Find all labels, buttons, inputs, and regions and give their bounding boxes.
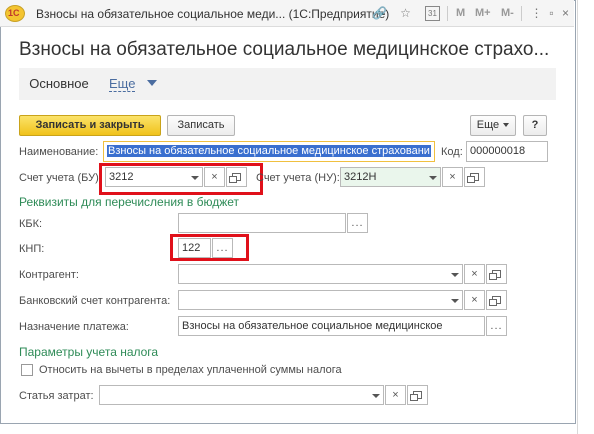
title-bar: 1С Взносы на обязательное социальное мед… bbox=[0, 0, 574, 27]
open-contractor-button[interactable] bbox=[486, 264, 507, 284]
dropdown-arrow-icon[interactable] bbox=[426, 168, 440, 186]
kbk-input[interactable] bbox=[178, 213, 346, 233]
tab-main[interactable]: Основное bbox=[19, 68, 99, 100]
name-value: Взносы на обязательное социальное медици… bbox=[107, 145, 431, 157]
dropdown-arrow-icon[interactable] bbox=[369, 386, 383, 404]
memory-minus-button[interactable]: M- bbox=[501, 7, 514, 19]
clear-contractor-button[interactable]: × bbox=[464, 264, 485, 284]
cost-item-label: Статья затрат: bbox=[19, 390, 94, 402]
code-value: 000000018 bbox=[470, 145, 526, 157]
save-button[interactable]: Записать bbox=[167, 115, 235, 136]
open-icon bbox=[410, 391, 422, 401]
memory-plus-button[interactable]: M+ bbox=[475, 7, 491, 19]
form-tabs: Основное Еще bbox=[19, 68, 556, 100]
dropdown-arrow-icon[interactable] bbox=[448, 291, 462, 309]
open-account-nu-button[interactable] bbox=[464, 167, 485, 187]
open-cost-item-button[interactable] bbox=[407, 385, 428, 405]
chevron-down-icon bbox=[147, 80, 158, 86]
contractor-label: Контрагент: bbox=[19, 269, 79, 281]
name-label: Наименование: bbox=[19, 146, 99, 158]
open-icon bbox=[489, 270, 501, 280]
edit-payment-purpose-button[interactable]: ... bbox=[486, 316, 507, 336]
clear-bank-account-button[interactable]: × bbox=[464, 290, 485, 310]
toolbar-divider bbox=[521, 6, 522, 21]
cost-item-input[interactable] bbox=[99, 385, 384, 405]
open-icon bbox=[467, 173, 479, 183]
clear-cost-item-button[interactable]: × bbox=[385, 385, 406, 405]
save-and-close-button[interactable]: Записать и закрыть bbox=[19, 115, 161, 136]
code-input[interactable]: 000000018 bbox=[466, 141, 548, 162]
memory-button[interactable]: M bbox=[456, 7, 465, 19]
tab-more[interactable]: Еще bbox=[109, 76, 158, 92]
open-icon bbox=[489, 296, 501, 306]
highlight-account-bu bbox=[99, 163, 263, 195]
deduct-label: Относить на вычеты в пределах уплаченной… bbox=[39, 364, 342, 376]
tab-more-label: Еще bbox=[109, 76, 136, 92]
payment-purpose-value: Взносы на обязательное социальное медици… bbox=[182, 320, 443, 332]
close-icon[interactable]: × bbox=[558, 6, 573, 21]
menu-icon[interactable]: ⋮ bbox=[529, 6, 544, 21]
chevron-down-icon bbox=[503, 123, 510, 127]
open-bank-account-button[interactable] bbox=[486, 290, 507, 310]
account-bu-label: Счет учета (БУ): bbox=[19, 172, 102, 184]
highlight-knp bbox=[170, 234, 249, 261]
clear-account-nu-button[interactable]: × bbox=[442, 167, 463, 187]
more-button-label: Еще bbox=[476, 119, 500, 131]
payment-purpose-label: Назначение платежа: bbox=[19, 321, 129, 333]
kbk-label: КБК: bbox=[19, 218, 43, 230]
page-title: Взносы на обязательное социальное медици… bbox=[19, 39, 550, 60]
budget-section-title: Реквизиты для перечисления в бюджет bbox=[19, 195, 240, 209]
1c-logo-icon: 1С bbox=[5, 5, 25, 22]
name-input[interactable]: Взносы на обязательное социальное медици… bbox=[103, 141, 435, 162]
help-button[interactable]: ? bbox=[523, 115, 547, 136]
select-kbk-button[interactable]: ... bbox=[347, 213, 368, 233]
restore-icon[interactable]: ▫ bbox=[544, 6, 559, 21]
account-nu-value: 3212Н bbox=[344, 171, 377, 183]
code-label: Код: bbox=[441, 146, 463, 158]
toolbar-divider bbox=[447, 6, 448, 21]
account-nu-label: Счет учета (НУ): bbox=[256, 172, 340, 184]
payment-purpose-input[interactable]: Взносы на обязательное социальное медици… bbox=[178, 316, 485, 336]
background-strip bbox=[577, 0, 594, 434]
calendar-icon[interactable]: 31 bbox=[425, 6, 440, 21]
knp-label: КНП: bbox=[19, 243, 45, 255]
deduct-checkbox[interactable] bbox=[21, 364, 33, 376]
star-icon[interactable]: ☆ bbox=[398, 6, 413, 21]
window-title: Взносы на обязательное социальное меди..… bbox=[36, 7, 390, 21]
dropdown-arrow-icon[interactable] bbox=[448, 265, 462, 283]
bank-account-label: Банковский счет контрагента: bbox=[19, 295, 171, 307]
form-window bbox=[0, 0, 576, 424]
more-button[interactable]: Еще bbox=[470, 115, 516, 136]
contractor-input[interactable] bbox=[178, 264, 463, 284]
link-icon[interactable]: 🔗 bbox=[372, 6, 387, 21]
tax-section-title: Параметры учета налога bbox=[19, 345, 159, 359]
background-strip-bottom bbox=[0, 425, 577, 434]
bank-account-input[interactable] bbox=[178, 290, 463, 310]
account-nu-input[interactable]: 3212Н bbox=[340, 167, 441, 187]
